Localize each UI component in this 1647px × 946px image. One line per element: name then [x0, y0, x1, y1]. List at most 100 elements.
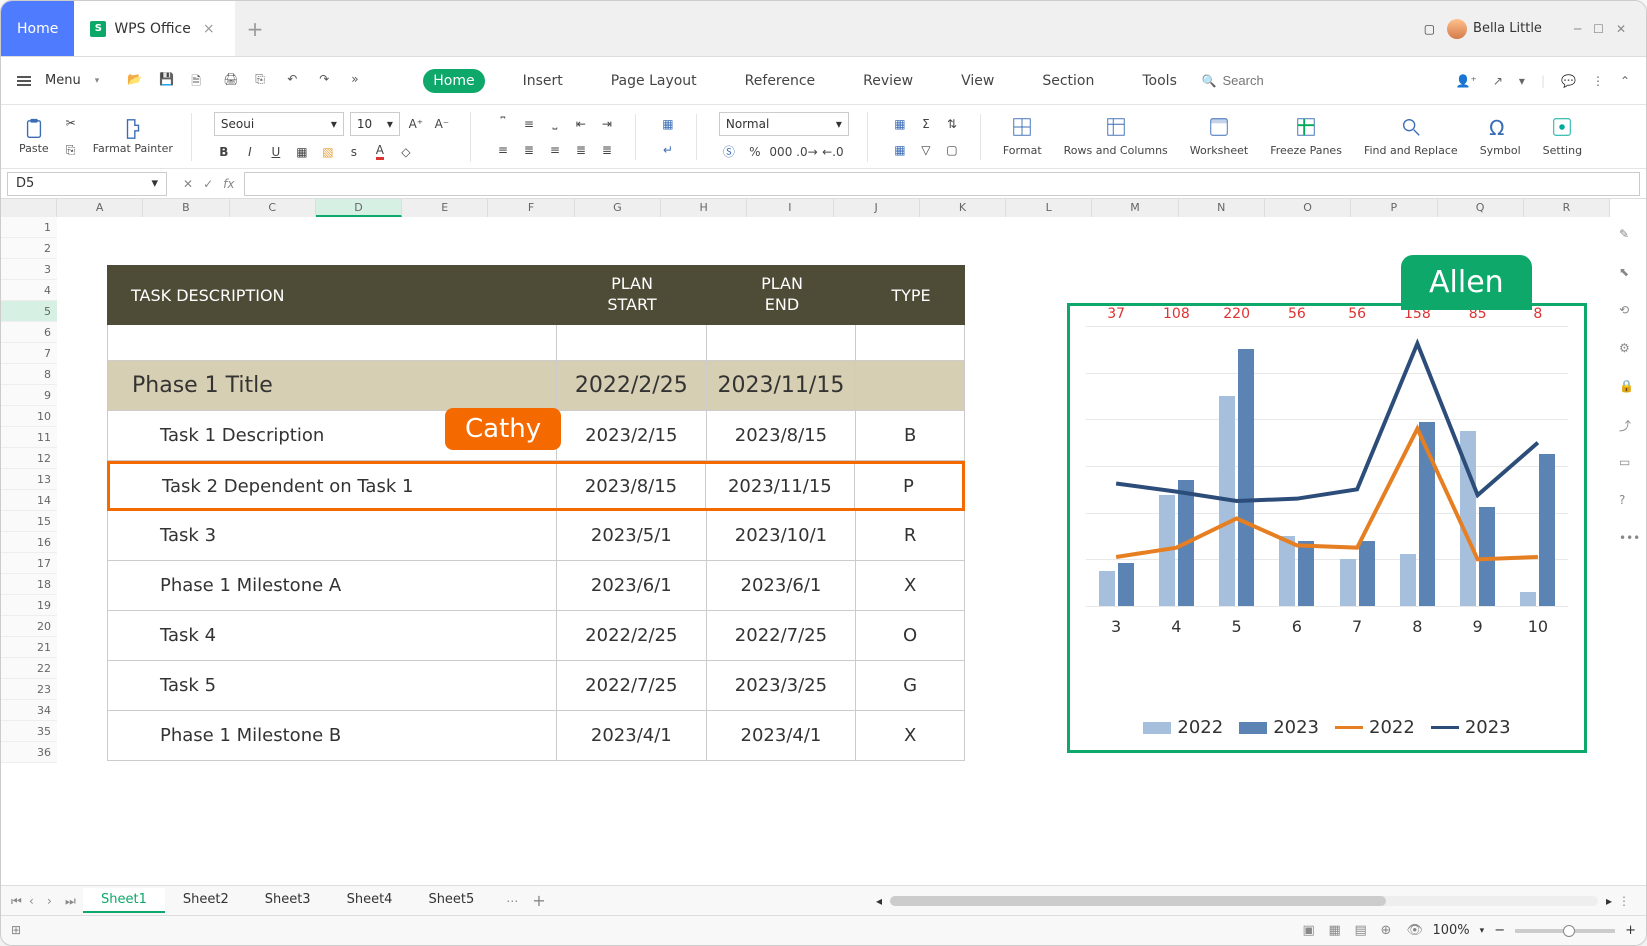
- row-header[interactable]: 23: [1, 679, 57, 700]
- print-icon[interactable]: 🖨: [223, 72, 241, 90]
- end-cell[interactable]: 2023/6/1: [707, 561, 857, 610]
- underline-button[interactable]: U: [266, 142, 286, 162]
- undo-icon[interactable]: ↶: [287, 72, 305, 90]
- filter-icon[interactable]: ▽: [916, 140, 936, 160]
- font-size-combo[interactable]: 10▾: [350, 112, 400, 136]
- zoom-in-button[interactable]: +: [1625, 923, 1636, 938]
- strikethrough-button[interactable]: ꜱ: [344, 142, 364, 162]
- task-cell[interactable]: Task 4: [108, 611, 557, 660]
- cell-icon[interactable]: ▢: [942, 140, 962, 160]
- column-header[interactable]: O: [1265, 199, 1351, 217]
- end-cell[interactable]: 2022/7/25: [707, 611, 857, 660]
- add-sheet-button[interactable]: +: [532, 891, 545, 910]
- ribbon-tab-page-layout[interactable]: Page Layout: [601, 69, 707, 93]
- view-focus-icon[interactable]: ⊕: [1380, 923, 1396, 939]
- pencil-icon[interactable]: ✎: [1619, 227, 1637, 245]
- column-header[interactable]: A: [57, 199, 143, 217]
- close-tab-button[interactable]: ×: [199, 21, 219, 37]
- share-icon[interactable]: 👤⁺: [1456, 74, 1477, 88]
- font-name-combo[interactable]: Seoui▾: [214, 112, 344, 136]
- sheet-tab[interactable]: Sheet3: [247, 888, 329, 913]
- column-header[interactable]: M: [1092, 199, 1178, 217]
- ribbon-tab-insert[interactable]: Insert: [513, 69, 573, 93]
- task-cell[interactable]: Phase 1 Milestone B: [108, 711, 557, 760]
- phase-title-cell[interactable]: Phase 1 Title: [108, 361, 557, 410]
- column-header[interactable]: D: [316, 199, 402, 217]
- row-header[interactable]: 1: [1, 217, 57, 238]
- ribbon-tab-reference[interactable]: Reference: [735, 69, 826, 93]
- chart[interactable]: 37 108 220 56 56 158 85 8 345678910 2022…: [1067, 303, 1587, 753]
- table-row[interactable]: Task 5 2022/7/25 2023/3/25 G: [107, 661, 965, 711]
- row-header[interactable]: 5: [1, 301, 57, 322]
- sheet-tab[interactable]: Sheet4: [329, 888, 411, 913]
- sheet-last-icon[interactable]: ⏭: [65, 894, 79, 908]
- row-header[interactable]: 35: [1, 721, 57, 742]
- fill-color-button[interactable]: ▧: [318, 142, 338, 162]
- indent-icon[interactable]: ⇥: [597, 114, 617, 134]
- format-painter-button[interactable]: Farmat Painter: [93, 118, 173, 155]
- percent-icon[interactable]: %: [745, 142, 765, 162]
- end-cell[interactable]: 2023/11/15: [706, 464, 855, 508]
- select-tool-icon[interactable]: ⬉: [1619, 265, 1637, 283]
- setting-button[interactable]: Setting: [1543, 116, 1582, 157]
- ribbon-tab-review[interactable]: Review: [853, 69, 923, 93]
- sheet-tab[interactable]: Sheet5: [410, 888, 492, 913]
- start-cell[interactable]: 2023/5/1: [557, 511, 707, 560]
- format-button[interactable]: Format: [1003, 116, 1042, 157]
- cloud-icon[interactable]: ▾: [1519, 74, 1525, 88]
- search-input[interactable]: [1223, 73, 1403, 88]
- column-header[interactable]: I: [747, 199, 833, 217]
- lock-icon[interactable]: 🔒: [1619, 379, 1637, 397]
- column-header[interactable]: K: [920, 199, 1006, 217]
- start-cell[interactable]: 2022/2/25: [557, 611, 707, 660]
- column-header[interactable]: R: [1524, 199, 1610, 217]
- view-grid-icon[interactable]: ▦: [1328, 923, 1344, 939]
- task-cell[interactable]: Task 3: [108, 511, 557, 560]
- type-cell[interactable]: X: [856, 711, 964, 760]
- task-cell[interactable]: Phase 1 Milestone A: [108, 561, 557, 610]
- wrap-text-icon[interactable]: ↵: [658, 140, 678, 160]
- select-all-corner[interactable]: [1, 199, 57, 217]
- sheet-canvas[interactable]: TASK DESCRIPTION PLANSTART PLANEND TYPE …: [57, 217, 1610, 885]
- cancel-formula-icon[interactable]: ✕: [183, 177, 193, 191]
- start-cell[interactable]: 2023/2/15: [557, 411, 707, 460]
- row-header[interactable]: 16: [1, 532, 57, 553]
- start-cell[interactable]: 2023/6/1: [557, 561, 707, 610]
- ribbon-tab-section[interactable]: Section: [1032, 69, 1104, 93]
- scroll-menu-icon[interactable]: ⋮: [1612, 894, 1636, 908]
- row-header[interactable]: 11: [1, 427, 57, 448]
- find-replace-button[interactable]: Find and Replace: [1364, 116, 1458, 157]
- type-cell[interactable]: O: [856, 611, 964, 660]
- decrease-decimal-icon[interactable]: ←.0: [823, 142, 843, 162]
- merge-cells-icon[interactable]: ▦: [658, 114, 678, 134]
- comment-icon[interactable]: 💬: [1561, 74, 1576, 88]
- rows-columns-button[interactable]: Rows and Columns: [1064, 116, 1168, 157]
- align-right-icon[interactable]: ≡: [545, 140, 565, 160]
- clear-format-button[interactable]: ◇: [396, 142, 416, 162]
- column-header[interactable]: N: [1179, 199, 1265, 217]
- type-cell[interactable]: R: [856, 511, 964, 560]
- table-row[interactable]: Phase 1 Milestone B 2023/4/1 2023/4/1 X: [107, 711, 965, 761]
- paste-button[interactable]: Paste: [19, 118, 49, 155]
- table-icon[interactable]: ▦: [890, 114, 910, 134]
- ribbon-tab-tools[interactable]: Tools: [1132, 69, 1187, 93]
- cell-reference-box[interactable]: D5▾: [7, 172, 167, 196]
- sheet-prev-icon[interactable]: ‹: [29, 894, 43, 908]
- export-icon[interactable]: ⎘: [255, 72, 273, 90]
- start-cell[interactable]: 2023/4/1: [557, 711, 707, 760]
- zoom-slider[interactable]: [1515, 929, 1615, 933]
- row-header[interactable]: 12: [1, 448, 57, 469]
- italic-button[interactable]: I: [240, 142, 260, 162]
- collapse-ribbon-icon[interactable]: ⌃: [1620, 74, 1630, 88]
- row-header[interactable]: 22: [1, 658, 57, 679]
- start-cell[interactable]: 2022/7/25: [557, 661, 707, 710]
- bold-button[interactable]: B: [214, 142, 234, 162]
- number-format-combo[interactable]: Normal▾: [719, 112, 849, 136]
- column-header[interactable]: G: [575, 199, 661, 217]
- table-row[interactable]: Task 3 2023/5/1 2023/10/1 R: [107, 511, 965, 561]
- end-cell[interactable]: 2023/10/1: [707, 511, 857, 560]
- type-cell[interactable]: B: [856, 411, 964, 460]
- row-header[interactable]: 8: [1, 364, 57, 385]
- redo-icon[interactable]: ↷: [319, 72, 337, 90]
- zoom-out-button[interactable]: −: [1494, 923, 1505, 938]
